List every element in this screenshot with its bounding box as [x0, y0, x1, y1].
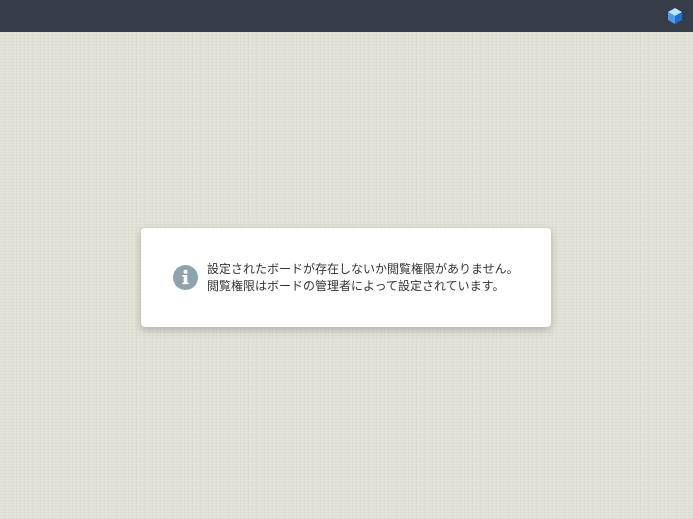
- message-dialog: 設定されたボードが存在しないか閲覧権限がありません。 閲覧権限はボードの管理者に…: [141, 228, 551, 327]
- cube-logo-icon[interactable]: [666, 7, 684, 25]
- message-line-1: 設定されたボードが存在しないか閲覧権限がありません。: [207, 262, 519, 276]
- info-icon: [173, 265, 198, 290]
- top-bar: [0, 0, 693, 32]
- message-text: 設定されたボードが存在しないか閲覧権限がありません。 閲覧権限はボードの管理者に…: [207, 261, 543, 295]
- message-line-2: 閲覧権限はボードの管理者によって設定されています。: [207, 279, 505, 293]
